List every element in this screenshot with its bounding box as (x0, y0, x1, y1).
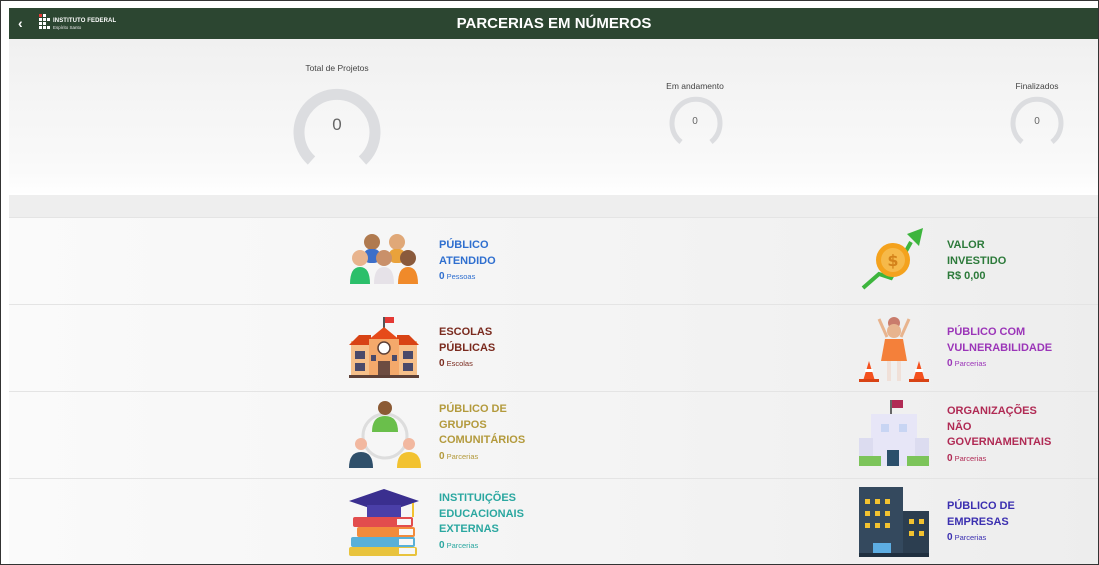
office-buildings-icon (859, 487, 929, 557)
metric-unit: Parcerias (446, 540, 479, 550)
metric-value: 0 (439, 450, 445, 462)
metric-label: INSTITUIÇÕES EDUCACIONAIS EXTERNAS (439, 492, 524, 535)
gauge-value: 0 (692, 116, 698, 127)
ngo-building-icon (859, 400, 929, 466)
metric-text: PÚBLICO DE GRUPOS COMUNITÁRIOS 0 Parceria… (439, 402, 525, 464)
header-bar: ‹ INSTITUTO FEDERAL Espírito Santo PARCE… (9, 8, 1098, 39)
metric-publico-atendido[interactable]: PÚBLICO ATENDIDO 0 Pessoas (347, 230, 547, 300)
metrics-row: PÚBLICO ATENDIDO 0 Pessoas $ VALOR INVEST… (9, 217, 1098, 304)
metric-label: PÚBLICO ATENDIDO (439, 239, 496, 267)
metric-text: VALOR INVESTIDO R$ 0,00 (947, 238, 1006, 285)
community-network-icon (349, 401, 421, 468)
metric-text: ORGANIZAÇÕES NÃO GOVERNAMENTAIS 0 Parceri… (947, 404, 1051, 466)
metric-instituicoes-externas[interactable]: INSTITUIÇÕES EDUCACIONAIS EXTERNAS 0 Parc… (347, 487, 547, 563)
metric-text: INSTITUIÇÕES EDUCACIONAIS EXTERNAS 0 Parc… (439, 491, 524, 553)
metric-label: PÚBLICO COM VULNERABILIDADE (947, 326, 1053, 354)
metric-unit: Pessoas (446, 272, 476, 281)
section-divider (9, 195, 1098, 217)
metric-unit: Parcerias (954, 533, 987, 542)
metrics-row: INSTITUIÇÕES EDUCACIONAIS EXTERNAS 0 Parc… (9, 478, 1098, 564)
person-with-cones-icon (859, 317, 929, 382)
metrics-row: PÚBLICO DE GRUPOS COMUNITÁRIOS 0 Parceria… (9, 391, 1098, 478)
stat-label: Total de Projetos (305, 63, 369, 73)
stat-label: Em andamento (666, 81, 724, 91)
gauge-value: 0 (332, 115, 342, 134)
metric-value: 0 (947, 358, 953, 369)
school-building-icon (349, 317, 419, 378)
metric-ongs[interactable]: ORGANIZAÇÕES NÃO GOVERNAMENTAIS 0 Parceri… (857, 398, 1087, 474)
svg-text:$: $ (887, 251, 898, 270)
metric-unit: Parcerias (954, 359, 987, 368)
metric-publico-vulnerabilidade[interactable]: PÚBLICO COM VULNERABILIDADE 0 Parcerias (857, 311, 1087, 387)
stat-in-progress: Em andamento 0 (657, 81, 733, 151)
metric-text: PÚBLICO ATENDIDO 0 Pessoas (439, 238, 496, 285)
metric-text: PÚBLICO COM VULNERABILIDADE 0 Parcerias (947, 325, 1052, 372)
stat-total-projects: Total de Projetos 0 (289, 63, 385, 165)
gauge-value: 0 (1034, 116, 1040, 127)
metric-value: 0 (947, 452, 953, 464)
metric-value: 0 (439, 539, 445, 551)
metric-grupos-comunitarios[interactable]: PÚBLICO DE GRUPOS COMUNITÁRIOS 0 Parceria… (347, 398, 547, 474)
metric-publico-empresas[interactable]: PÚBLICO DE EMPRESAS 0 Parcerias (857, 485, 1087, 563)
metric-label: ESCOLAS PÚBLICAS (439, 326, 496, 354)
metrics-grid: PÚBLICO ATENDIDO 0 Pessoas $ VALOR INVEST… (9, 217, 1098, 564)
metric-text: ESCOLAS PÚBLICAS 0 Escolas (439, 325, 495, 372)
stats-panel: Total de Projetos 0 Em andamento 0 Final… (9, 39, 1098, 195)
money-growth-icon: $ (861, 228, 923, 290)
metrics-row: ESCOLAS PÚBLICAS 0 Escolas PÚBLICO COM VU… (9, 304, 1098, 391)
metric-label: PÚBLICO DE EMPRESAS (947, 500, 1015, 528)
metric-value: 0 (947, 532, 953, 543)
metric-value: 0 (439, 358, 445, 369)
metric-label: PÚBLICO DE GRUPOS COMUNITÁRIOS (439, 403, 526, 446)
people-group-icon (350, 234, 418, 284)
stat-finished: Finalizados 0 (999, 81, 1075, 151)
metric-value: 0 (439, 271, 445, 282)
metric-value: R$ 0,00 (947, 270, 986, 282)
metric-unit: Parcerias (446, 451, 479, 461)
metric-escolas-publicas[interactable]: ESCOLAS PÚBLICAS 0 Escolas (347, 315, 547, 387)
metric-text: PÚBLICO DE EMPRESAS 0 Parcerias (947, 499, 1015, 546)
metric-label: ORGANIZAÇÕES NÃO GOVERNAMENTAIS (947, 405, 1052, 448)
metric-label: VALOR INVESTIDO (947, 239, 1007, 267)
metric-unit: Parcerias (954, 453, 987, 463)
stat-label: Finalizados (1015, 81, 1059, 91)
metric-valor-investido[interactable]: $ VALOR INVESTIDO R$ 0,00 (857, 226, 1087, 300)
graduation-books-icon (349, 489, 419, 556)
metric-unit: Escolas (446, 359, 473, 368)
page-title: PARCERIAS EM NÚMEROS (456, 15, 652, 32)
app-frame: ‹ INSTITUTO FEDERAL Espírito Santo PARCE… (0, 0, 1099, 565)
